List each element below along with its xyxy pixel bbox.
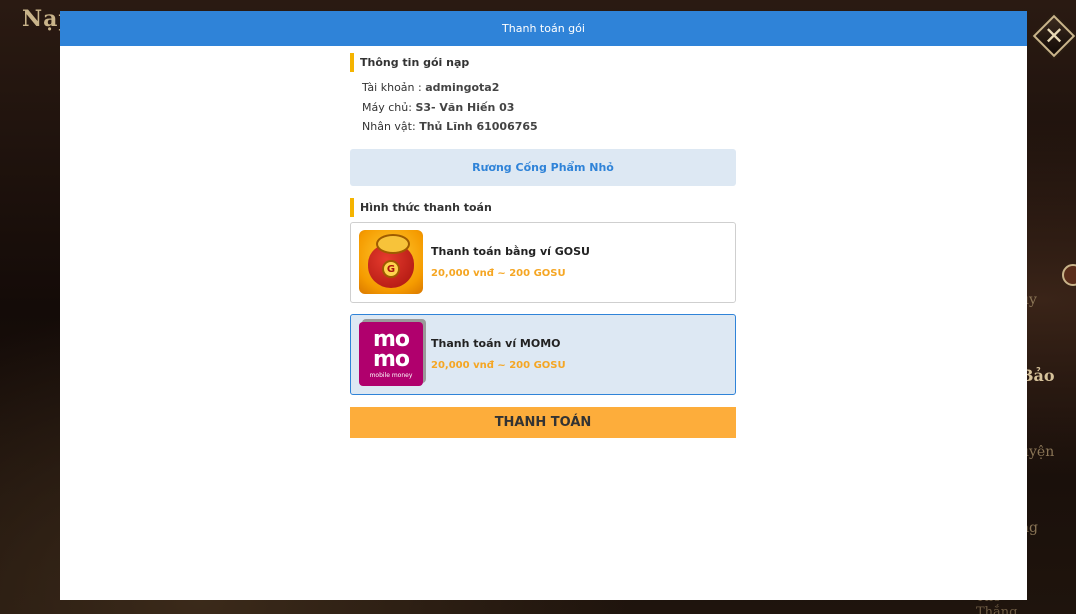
gosu-logo-letter: G bbox=[382, 260, 400, 278]
background-side-label: Bảo bbox=[1020, 366, 1055, 385]
modal-content: Thông tin gói nạp Tài khoản : admingota2… bbox=[350, 53, 736, 438]
account-label: Tài khoản : bbox=[362, 81, 426, 94]
background-side-label: uy bbox=[1020, 292, 1037, 308]
character-row: Nhân vật: Thủ Lĩnh 61006765 bbox=[362, 117, 736, 137]
modal-header: Thanh toán gói bbox=[60, 11, 1027, 46]
package-name: Rương Cống Phẩm Nhỏ bbox=[472, 160, 614, 174]
server-label: Máy chủ: bbox=[362, 100, 416, 114]
momo-logo-line2: mo bbox=[372, 346, 410, 372]
close-icon: ✕ bbox=[1043, 22, 1065, 50]
payment-option-text: Thanh toán bằng ví GOSU 20,000 vnđ ~ 200… bbox=[431, 245, 590, 279]
payment-method-title: Hình thức thanh toán bbox=[350, 197, 736, 217]
background-side-label: ng bbox=[1020, 520, 1038, 536]
momo-wallet-icon: mo mo mobile money bbox=[359, 322, 423, 386]
money-bag-shape: G bbox=[368, 234, 414, 288]
momo-logo-subtitle: mobile money bbox=[369, 371, 413, 379]
package-name-box: Rương Cống Phẩm Nhỏ bbox=[350, 148, 736, 186]
package-info-title: Thông tin gói nạp bbox=[350, 53, 736, 72]
payment-option-price: 20,000 vnđ ~ 200 GOSU bbox=[431, 268, 566, 279]
payment-modal: Thanh toán gói Thông tin gói nạp Tài kho… bbox=[60, 11, 1027, 600]
payment-option-name: Thanh toán bằng ví GOSU bbox=[431, 245, 590, 258]
server-value: S3- Văn Hiến 03 bbox=[415, 100, 515, 114]
package-info-list: Tài khoản : admingota2 Máy chủ: S3- Văn … bbox=[350, 72, 736, 137]
background-side-label: uyện bbox=[1020, 444, 1055, 460]
payment-option-momo[interactable]: mo mo mobile money Thanh toán ví MOMO 20… bbox=[350, 313, 736, 395]
payment-option-price: 20,000 vnđ ~ 200 GOSU bbox=[431, 360, 566, 371]
pay-submit-button[interactable]: THANH TOÁN bbox=[350, 406, 736, 438]
character-label: Nhân vật: bbox=[362, 120, 420, 133]
account-value: admingota2 bbox=[425, 81, 500, 94]
modal-title: Thanh toán gói bbox=[502, 22, 585, 35]
account-row: Tài khoản : admingota2 bbox=[362, 78, 736, 98]
gosu-wallet-icon: G bbox=[359, 230, 423, 294]
server-row: Máy chủ: S3- Văn Hiến 03 bbox=[362, 98, 736, 118]
character-value: Thủ Lĩnh 61006765 bbox=[419, 120, 538, 133]
payment-option-text: Thanh toán ví MOMO 20,000 vnđ ~ 200 GOSU bbox=[431, 337, 566, 371]
close-button[interactable]: ✕ bbox=[1032, 14, 1076, 58]
payment-option-gosu[interactable]: G Thanh toán bằng ví GOSU 20,000 vnđ ~ 2… bbox=[350, 221, 736, 303]
payment-option-name: Thanh toán ví MOMO bbox=[431, 337, 561, 350]
